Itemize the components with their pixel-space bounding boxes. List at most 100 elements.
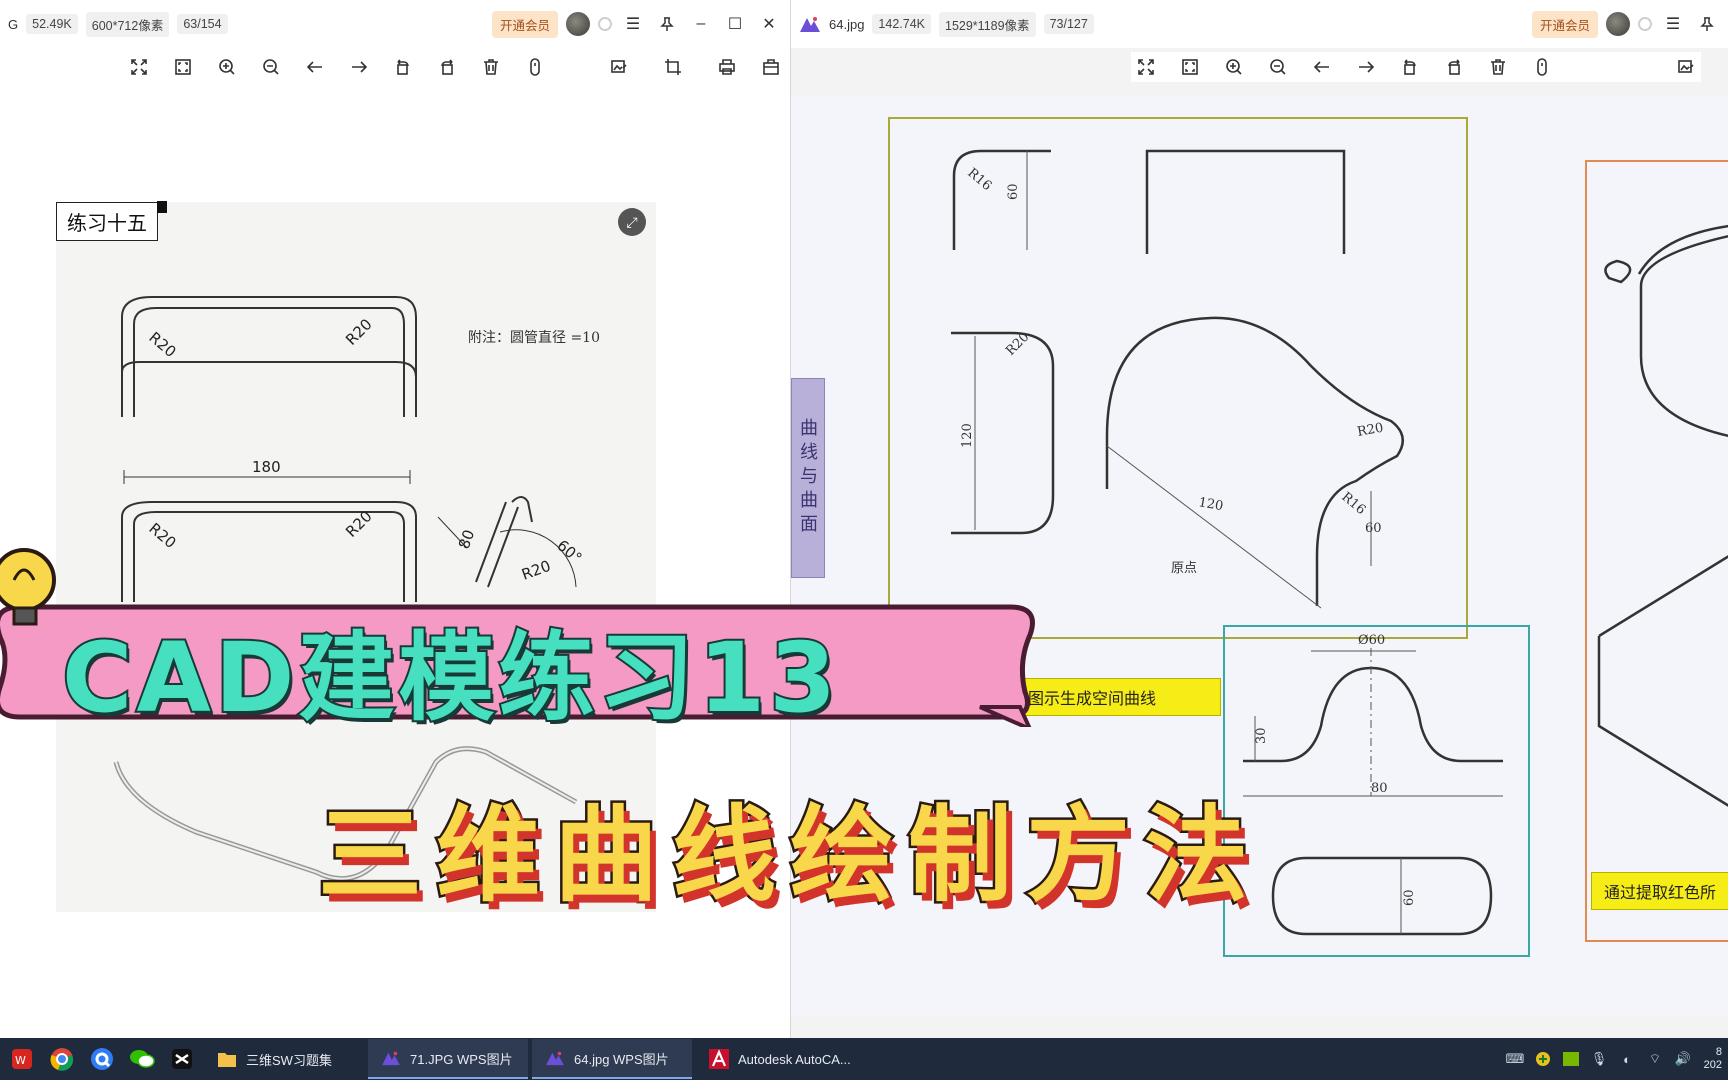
left-titlebar: G 52.49K 600*712像素 63/154 开通会员 ☰ – ☐ ✕: [0, 0, 790, 48]
volume-icon[interactable]: 🔊: [1674, 1050, 1692, 1068]
browser-q-icon[interactable]: [84, 1041, 120, 1077]
left-file-name: G: [8, 16, 19, 32]
dim-label: 60: [1365, 521, 1382, 536]
zoom-in-icon[interactable]: [212, 52, 242, 82]
video-title-text: CAD建模练习13: [60, 620, 841, 736]
fit-screen-icon[interactable]: [124, 52, 154, 82]
autocad-icon: [708, 1048, 730, 1070]
zoom-out-icon[interactable]: [1263, 52, 1293, 82]
right-toolbar: [1131, 52, 1701, 82]
zoom-out-icon[interactable]: [256, 52, 286, 82]
left-status-icon: [598, 17, 612, 31]
delete-icon[interactable]: [1483, 52, 1513, 82]
arrow-right-icon[interactable]: [1351, 52, 1381, 82]
taskbar-app-autocad[interactable]: Autodesk AutoCA...: [696, 1039, 863, 1079]
taskbar-app-label: 71.JPG WPS图片: [410, 1051, 513, 1067]
left-toolbar: [124, 52, 786, 82]
screen: G 52.49K 600*712像素 63/154 开通会员 ☰ – ☐ ✕ 练…: [0, 0, 1728, 1080]
minimize-icon[interactable]: –: [688, 11, 714, 37]
left-avatar[interactable]: [566, 12, 590, 36]
dim-label: R16: [1338, 490, 1368, 518]
left-file-size: 52.49K: [26, 14, 78, 34]
taskbar-app-wps-photo-64[interactable]: 64.jpg WPS图片: [532, 1039, 692, 1079]
rotate-right-icon[interactable]: [1439, 52, 1469, 82]
dim-label: R20: [342, 315, 376, 349]
wps-photo-icon: [544, 1047, 566, 1069]
left-image-position: 63/154: [177, 14, 228, 34]
windows-taskbar: W 三维SW习题集 71.JPG WPS图片 64.jpg WPS图片 Auto…: [0, 1038, 1728, 1080]
folder-icon: [216, 1048, 238, 1070]
left-vip-button[interactable]: 开通会员: [491, 10, 558, 38]
right-file-name: 64.jpg: [829, 16, 865, 32]
keyboard-icon[interactable]: ⌨: [1506, 1050, 1525, 1068]
dim-label: 60°: [553, 536, 585, 567]
taskbar-app-label: Autodesk AutoCA...: [738, 1051, 851, 1067]
dim-label: 80: [1371, 781, 1388, 796]
arrow-left-icon[interactable]: [1307, 52, 1337, 82]
crop-icon[interactable]: [658, 52, 688, 82]
wps-office-icon[interactable]: W: [4, 1041, 40, 1077]
wps-photo-icon: [380, 1047, 402, 1069]
zoom-in-icon[interactable]: [1219, 52, 1249, 82]
dim-label: 120: [960, 423, 975, 448]
maximize-icon[interactable]: ☐: [722, 11, 748, 37]
dim-label: R20: [1356, 421, 1385, 440]
pin-icon[interactable]: [1694, 11, 1720, 37]
share-icon[interactable]: [756, 52, 786, 82]
fullscreen-icon[interactable]: [1175, 52, 1205, 82]
info-icon[interactable]: [520, 52, 550, 82]
taskbar-app-wps-photo-71[interactable]: 71.JPG WPS图片: [368, 1039, 528, 1079]
fullscreen-icon[interactable]: [168, 52, 198, 82]
edit-image-icon[interactable]: [1671, 52, 1701, 82]
svg-text:W: W: [15, 1054, 26, 1067]
dim-label: R20: [145, 519, 179, 552]
system-tray: ⌨ 🎙 ◐ ⌔ 🔊 8 202: [1506, 1038, 1728, 1080]
clock-date: 202: [1703, 1059, 1722, 1071]
wechat-icon[interactable]: [124, 1041, 160, 1077]
lightbulb-icon: [0, 548, 56, 626]
right-file-size: 142.74K: [872, 14, 931, 34]
close-icon[interactable]: ✕: [756, 11, 782, 37]
taskbar-app-explorer[interactable]: 三维SW习题集: [204, 1039, 364, 1079]
arrow-right-icon[interactable]: [344, 52, 374, 82]
menu-icon[interactable]: ☰: [1660, 11, 1686, 37]
print-icon[interactable]: [712, 52, 742, 82]
wps-photo-logo-icon: [800, 17, 820, 32]
dim-label: 60: [1402, 889, 1417, 906]
arrow-left-icon[interactable]: [300, 52, 330, 82]
dim-label: 180: [252, 458, 281, 476]
right-image-position: 73/127: [1043, 14, 1094, 34]
left-image-dimensions: 600*712像素: [85, 11, 170, 37]
info-icon[interactable]: [1527, 52, 1557, 82]
microphone-icon[interactable]: 🎙: [1590, 1050, 1608, 1068]
menu-icon[interactable]: ☰: [620, 11, 646, 37]
chrome-icon[interactable]: [44, 1041, 80, 1077]
dim-label: Ø60: [1358, 633, 1385, 648]
delete-icon[interactable]: [476, 52, 506, 82]
taskbar-app-label: 三维SW习题集: [246, 1052, 332, 1068]
dim-label: 80: [455, 527, 478, 551]
dim-label: 60: [1006, 183, 1021, 200]
nvidia-icon[interactable]: [1562, 1050, 1580, 1068]
dim-label: 120: [1197, 495, 1224, 514]
taskbar-app-label: 64.jpg WPS图片: [574, 1051, 669, 1067]
system-clock[interactable]: 8 202: [1702, 1046, 1722, 1072]
right-vip-button[interactable]: 开通会员: [1531, 10, 1598, 38]
clock-time: 8: [1715, 1046, 1722, 1058]
rotate-right-icon[interactable]: [432, 52, 462, 82]
fit-screen-icon[interactable]: [1131, 52, 1161, 82]
right-avatar[interactable]: [1606, 12, 1630, 36]
right-titlebar: 64.jpg 142.74K 1529*1189像素 73/127 开通会员 ☰: [791, 0, 1728, 48]
yellow-instruction-label: 通过提取红色所: [1591, 872, 1728, 910]
dim-label: R20: [519, 557, 553, 584]
capcut-icon[interactable]: [164, 1041, 200, 1077]
app-tray-icon[interactable]: [1534, 1050, 1552, 1068]
shield-icon[interactable]: ◐: [1618, 1050, 1636, 1068]
wifi-icon[interactable]: ⌔: [1646, 1050, 1664, 1068]
edit-image-icon[interactable]: [604, 52, 634, 82]
right-image-dimensions: 1529*1189像素: [939, 11, 1036, 37]
rotate-left-icon[interactable]: [1395, 52, 1425, 82]
dim-label: 30: [1254, 727, 1269, 744]
rotate-left-icon[interactable]: [388, 52, 418, 82]
pin-icon[interactable]: [654, 11, 680, 37]
